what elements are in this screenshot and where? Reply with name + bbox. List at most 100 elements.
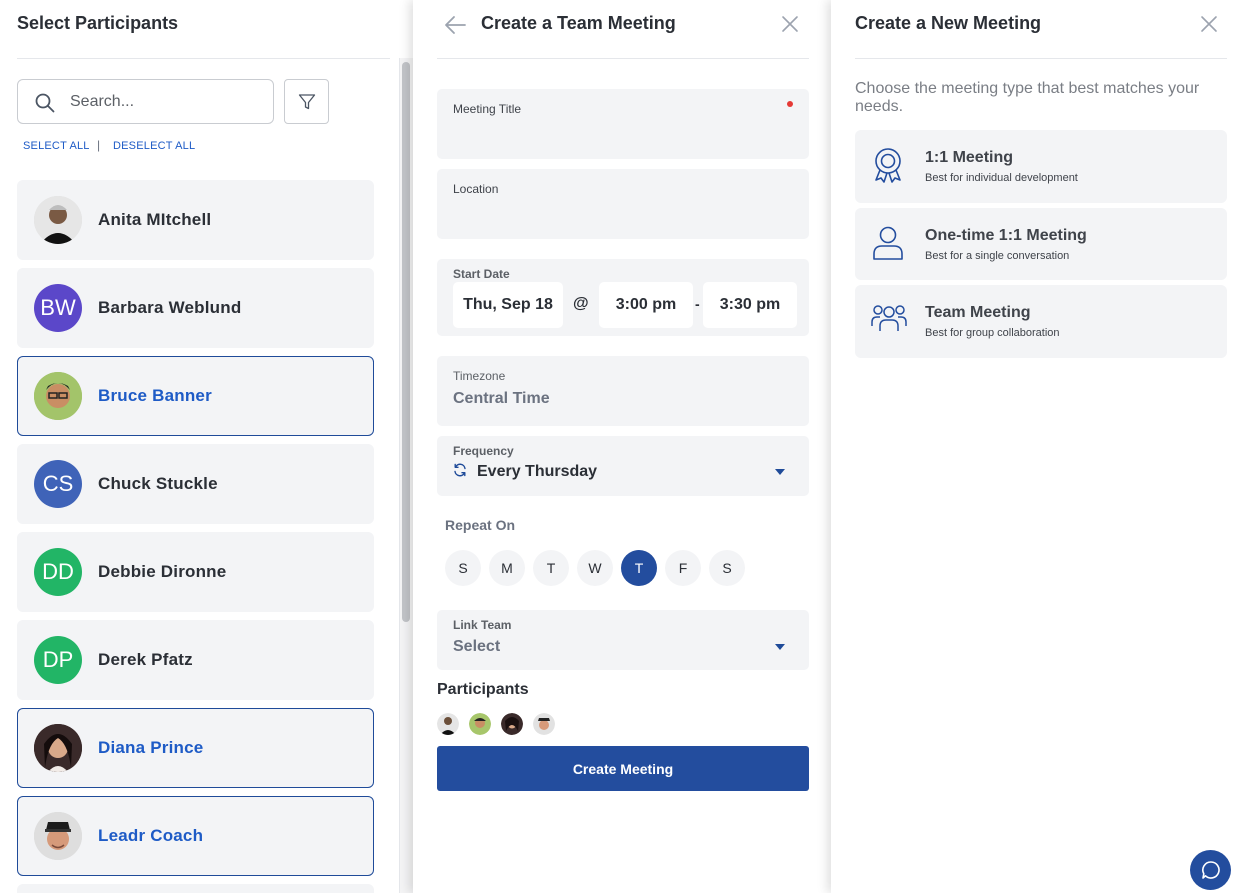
timezone-value: Central Time — [453, 390, 550, 407]
create-meeting-button[interactable]: Create Meeting — [437, 746, 809, 791]
participant-card[interactable]: BW Barbara Weblund — [17, 268, 374, 348]
meeting-type-name: 1:1 Meeting — [925, 149, 1014, 166]
day-toggle[interactable]: T — [533, 550, 569, 586]
avatar — [34, 196, 82, 244]
repeat-day-selector: SMTWTFS — [445, 550, 753, 586]
people-group-icon — [871, 305, 907, 331]
avatar: DP — [34, 636, 82, 684]
divider — [437, 58, 809, 59]
sync-icon — [454, 463, 466, 477]
time-separator: - — [695, 296, 700, 312]
create-new-meeting-panel: Create a New Meeting Choose the meeting … — [831, 0, 1248, 893]
search-input[interactable] — [70, 90, 260, 114]
avatar — [469, 713, 491, 735]
timezone-label: Timezone — [453, 369, 506, 383]
day-toggle[interactable]: W — [577, 550, 613, 586]
award-ribbon-icon — [875, 148, 901, 183]
meeting-type-description: Best for individual development — [925, 172, 1078, 184]
participant-name: Barbara Weblund — [98, 298, 242, 317]
participant-card[interactable]: Leadr Coach — [17, 796, 374, 876]
repeat-on-label: Repeat On — [445, 517, 516, 533]
panel-title: Create a New Meeting — [855, 13, 1042, 33]
avatar — [34, 812, 82, 860]
day-toggle[interactable]: S — [709, 550, 745, 586]
deselect-all-link[interactable]: DESELECT ALL — [113, 140, 195, 152]
participant-name: Derek Pfatz — [98, 650, 193, 669]
meeting-type-description: Best for group collaboration — [925, 327, 1060, 339]
person-icon — [873, 226, 903, 260]
chat-bubble-icon — [1201, 861, 1220, 879]
select-participants-panel: Select Participants SELECT ALL | DESELEC… — [0, 0, 413, 893]
divider — [855, 58, 1227, 59]
end-time-picker[interactable]: 3:30 pm — [703, 282, 797, 328]
participant-avatars — [437, 713, 565, 735]
participant-card[interactable]: Anita MItchell — [17, 180, 374, 260]
link-team-label: Link Team — [453, 618, 512, 632]
meeting-type-name: One-time 1:1 Meeting — [925, 227, 1087, 244]
chevron-down-icon — [775, 469, 785, 475]
avatar: DD — [34, 548, 82, 596]
day-toggle[interactable]: S — [445, 550, 481, 586]
avatar — [501, 713, 523, 735]
meeting-type-one-on-one[interactable]: 1:1 Meeting Best for individual developm… — [855, 130, 1227, 203]
location-label: Location — [453, 182, 499, 196]
scrollbar-thumb[interactable] — [402, 62, 410, 622]
participant-name: Bruce Banner — [98, 386, 212, 405]
meeting-title-field[interactable]: Meeting Title — [437, 89, 809, 159]
search-icon — [35, 93, 55, 113]
close-icon[interactable] — [781, 15, 799, 33]
timezone-field[interactable]: Timezone Central Time — [437, 356, 809, 426]
at-symbol: @ — [573, 295, 589, 312]
required-indicator — [787, 101, 793, 107]
day-toggle[interactable]: F — [665, 550, 701, 586]
filter-button[interactable] — [284, 79, 329, 124]
start-date-label: Start Date — [453, 267, 510, 281]
participant-name: Leadr Coach — [98, 826, 204, 845]
day-toggle[interactable]: T — [621, 550, 657, 586]
frequency-dropdown[interactable]: Frequency Every Thursday — [437, 436, 809, 496]
create-team-meeting-panel: Create a Team Meeting Meeting Title Loca… — [413, 0, 831, 893]
avatar — [34, 724, 82, 772]
start-time-picker[interactable]: 3:00 pm — [599, 282, 693, 328]
participant-card[interactable]: Diana Prince — [17, 708, 374, 788]
start-date-field: Start Date Thu, Sep 18 @ 3:00 pm - 3:30 … — [437, 259, 809, 336]
panel-title: Create a Team Meeting — [481, 13, 676, 33]
meeting-type-one-time[interactable]: One-time 1:1 Meeting Best for a single c… — [855, 208, 1227, 280]
avatar: CS — [34, 460, 82, 508]
panel-description: Choose the meeting type that best matche… — [855, 80, 1200, 115]
participant-list: Anita MItchell BW Barbara Weblund Bruce Ban… — [17, 180, 374, 893]
frequency-value: Every Thursday — [477, 463, 598, 480]
search-box[interactable] — [17, 79, 274, 124]
frequency-label: Frequency — [453, 444, 514, 458]
participant-card[interactable] — [17, 884, 374, 893]
avatar — [533, 713, 555, 735]
meeting-type-description: Best for a single conversation — [925, 250, 1070, 262]
avatar: BW — [34, 284, 82, 332]
link-team-dropdown[interactable]: Link Team Select — [437, 610, 809, 670]
back-arrow-icon[interactable] — [443, 15, 467, 35]
help-chat-button[interactable] — [1190, 850, 1231, 890]
participant-card[interactable]: DP Derek Pfatz — [17, 620, 374, 700]
participant-card[interactable]: Bruce Banner — [17, 356, 374, 436]
avatar — [437, 713, 459, 735]
participant-name: Debbie Dironne — [98, 562, 227, 581]
participant-card[interactable]: CS Chuck Stuckle — [17, 444, 374, 524]
link-team-value: Select — [453, 638, 501, 655]
filter-icon — [298, 94, 316, 110]
close-icon[interactable] — [1200, 15, 1218, 33]
participant-name: Diana Prince — [98, 738, 204, 757]
participant-name: Chuck Stuckle — [98, 474, 218, 493]
panel-title: Select Participants — [17, 13, 179, 33]
link-separator: | — [97, 138, 101, 152]
start-date-picker[interactable]: Thu, Sep 18 — [453, 282, 563, 328]
location-field[interactable]: Location — [437, 169, 809, 239]
divider — [17, 58, 390, 59]
meeting-type-team[interactable]: Team Meeting Best for group collaboratio… — [855, 285, 1227, 358]
participant-name: Anita MItchell — [98, 210, 212, 229]
day-toggle[interactable]: M — [489, 550, 525, 586]
avatar — [34, 372, 82, 420]
chevron-down-icon — [775, 644, 785, 650]
select-all-link[interactable]: SELECT ALL — [23, 140, 90, 152]
meeting-type-name: Team Meeting — [925, 304, 1031, 321]
participant-card[interactable]: DD Debbie Dironne — [17, 532, 374, 612]
